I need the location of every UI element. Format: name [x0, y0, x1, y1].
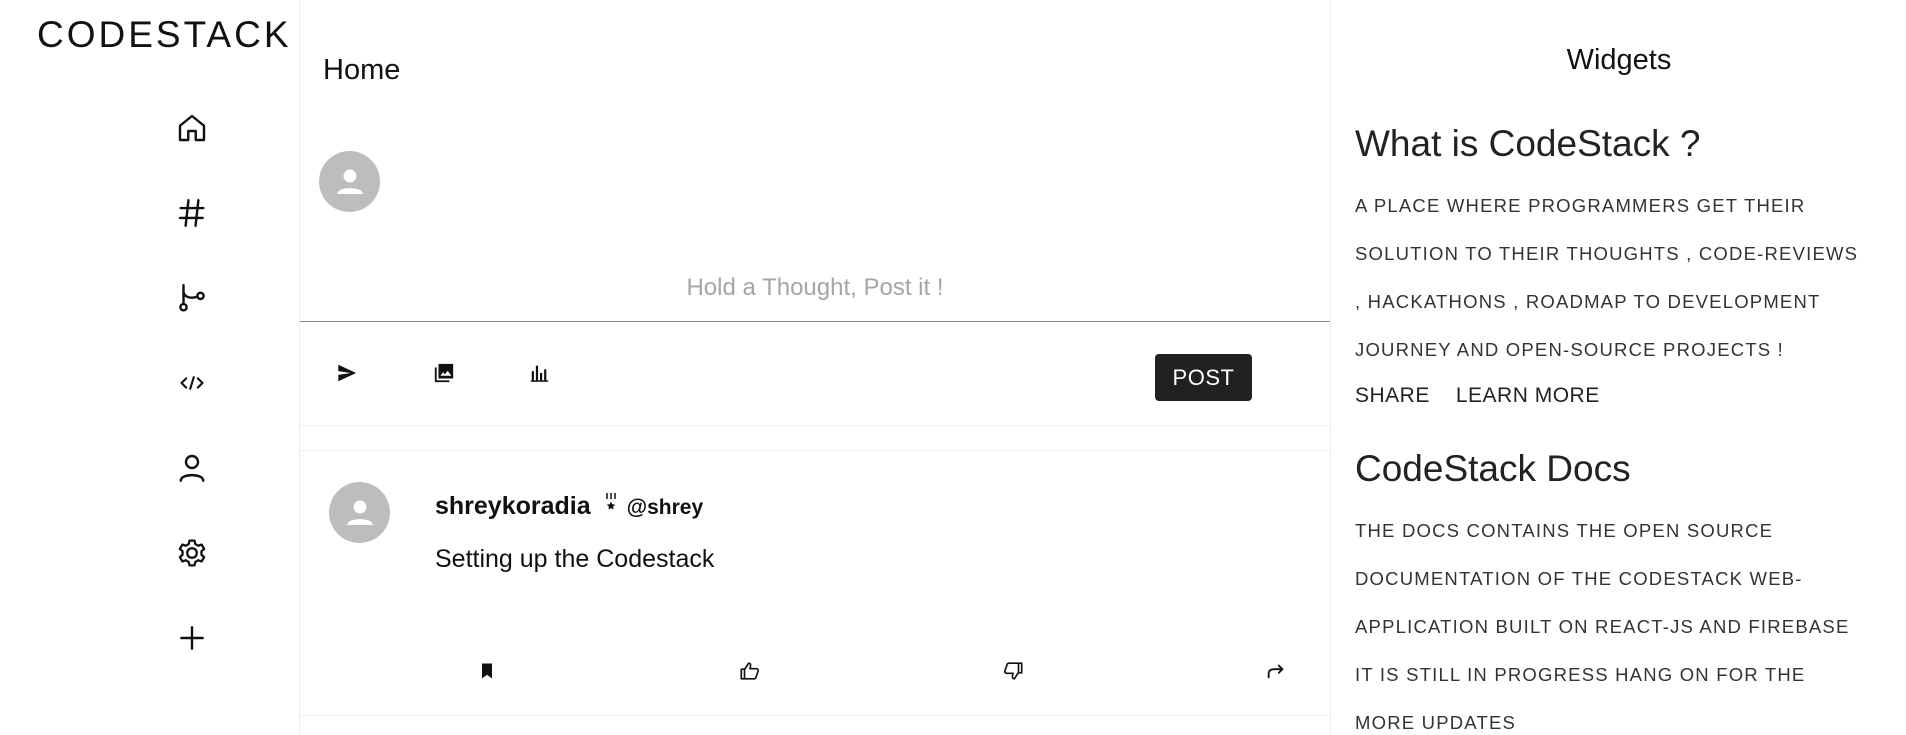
sidebar-item-new[interactable] — [172, 618, 212, 658]
widget-actions: SHARE LEARN MORE — [1342, 380, 1613, 412]
brand-logo[interactable]: CODESTACK — [37, 14, 292, 56]
post-author-handle[interactable]: @shrey — [627, 496, 704, 520]
like-icon — [740, 662, 760, 680]
like-button[interactable] — [733, 654, 767, 688]
widget-line: SOLUTION TO THEIR THOUGHTS , CODE-REVIEW… — [1355, 243, 1859, 264]
app-root: CODESTACK Home Hold a Thought, Post it !… — [0, 0, 1906, 735]
sidebar-item-explore[interactable] — [172, 193, 212, 233]
sidebar-item-code[interactable] — [172, 363, 212, 403]
medal-icon — [603, 492, 619, 517]
composer-avatar — [319, 151, 380, 212]
send-button[interactable] — [330, 356, 364, 390]
widget-heading-docs: CodeStack Docs — [1355, 448, 1631, 489]
add-icon — [180, 626, 204, 650]
widget-line: , HACKATHONS , ROADMAP TO DEVELOPMENT — [1355, 291, 1821, 312]
widget-line: DOCUMENTATION OF THE CODESTACK WEB- — [1355, 568, 1803, 589]
sidebar: CODESTACK — [0, 0, 300, 735]
widget-line: THE DOCS CONTAINS THE OPEN SOURCE — [1355, 520, 1774, 541]
widget-line: A PLACE WHERE PROGRAMMERS GET THEIR — [1355, 195, 1806, 216]
send-icon — [338, 364, 357, 382]
post-avatar[interactable] — [329, 482, 390, 543]
bookmark-button[interactable] — [470, 654, 504, 688]
widget-line: MORE UPDATES — [1355, 712, 1517, 733]
bookmark-icon — [482, 663, 492, 679]
share-button[interactable] — [1259, 654, 1293, 688]
sidebar-item-projects[interactable] — [172, 278, 212, 318]
home-icon — [178, 114, 206, 142]
settings-icon — [178, 539, 206, 567]
widget-body-about: A PLACE WHERE PROGRAMMERS GET THEIR SOLU… — [1355, 182, 1875, 374]
poll-button[interactable] — [523, 356, 557, 390]
share-link-button[interactable]: SHARE — [1342, 380, 1443, 412]
post-author-name[interactable]: shreykoradia — [435, 492, 591, 521]
poll-icon — [530, 365, 549, 382]
page-title: Home — [323, 54, 401, 86]
widget-body-docs: THE DOCS CONTAINS THE OPEN SOURCE DOCUME… — [1355, 507, 1875, 735]
sidebar-item-home[interactable] — [172, 108, 212, 148]
code-icon — [180, 376, 204, 390]
widget-line: JOURNEY AND OPEN-SOURCE PROJECTS ! — [1355, 339, 1785, 360]
person-placeholder-icon — [336, 169, 363, 194]
profile-icon — [179, 454, 205, 482]
learn-more-button[interactable]: LEARN MORE — [1443, 380, 1613, 412]
git-branch-icon — [179, 284, 205, 312]
widgets-panel: Widgets What is CodeStack ? A PLACE WHER… — [1330, 0, 1906, 735]
feed: Home Hold a Thought, Post it ! POST shre… — [300, 0, 1330, 735]
sidebar-item-profile[interactable] — [172, 448, 212, 488]
feed-divider — [300, 425, 1330, 451]
sidebar-item-settings[interactable] — [172, 533, 212, 573]
person-placeholder-icon — [346, 500, 373, 525]
hashtag-icon — [178, 199, 205, 227]
composer-input[interactable] — [300, 254, 1330, 322]
image-button[interactable] — [427, 356, 461, 390]
widget-line: APPLICATION BUILT ON REACT-JS AND FIREBA… — [1355, 616, 1850, 637]
image-icon — [434, 363, 454, 383]
widget-line: IT IS STILL IN PROGRESS HANG ON FOR THE — [1355, 664, 1806, 685]
widgets-title: Widgets — [1566, 44, 1672, 76]
dislike-button[interactable] — [996, 654, 1030, 688]
dislike-icon — [1003, 662, 1023, 680]
post-card[interactable]: shreykoradia @shrey Setting up the Codes… — [300, 451, 1330, 716]
post-header: shreykoradia @shrey — [435, 492, 703, 521]
post-button[interactable]: POST — [1155, 354, 1252, 401]
share-icon — [1267, 664, 1284, 679]
widget-heading-about: What is CodeStack ? — [1355, 123, 1701, 164]
post-text: Setting up the Codestack — [435, 545, 715, 573]
